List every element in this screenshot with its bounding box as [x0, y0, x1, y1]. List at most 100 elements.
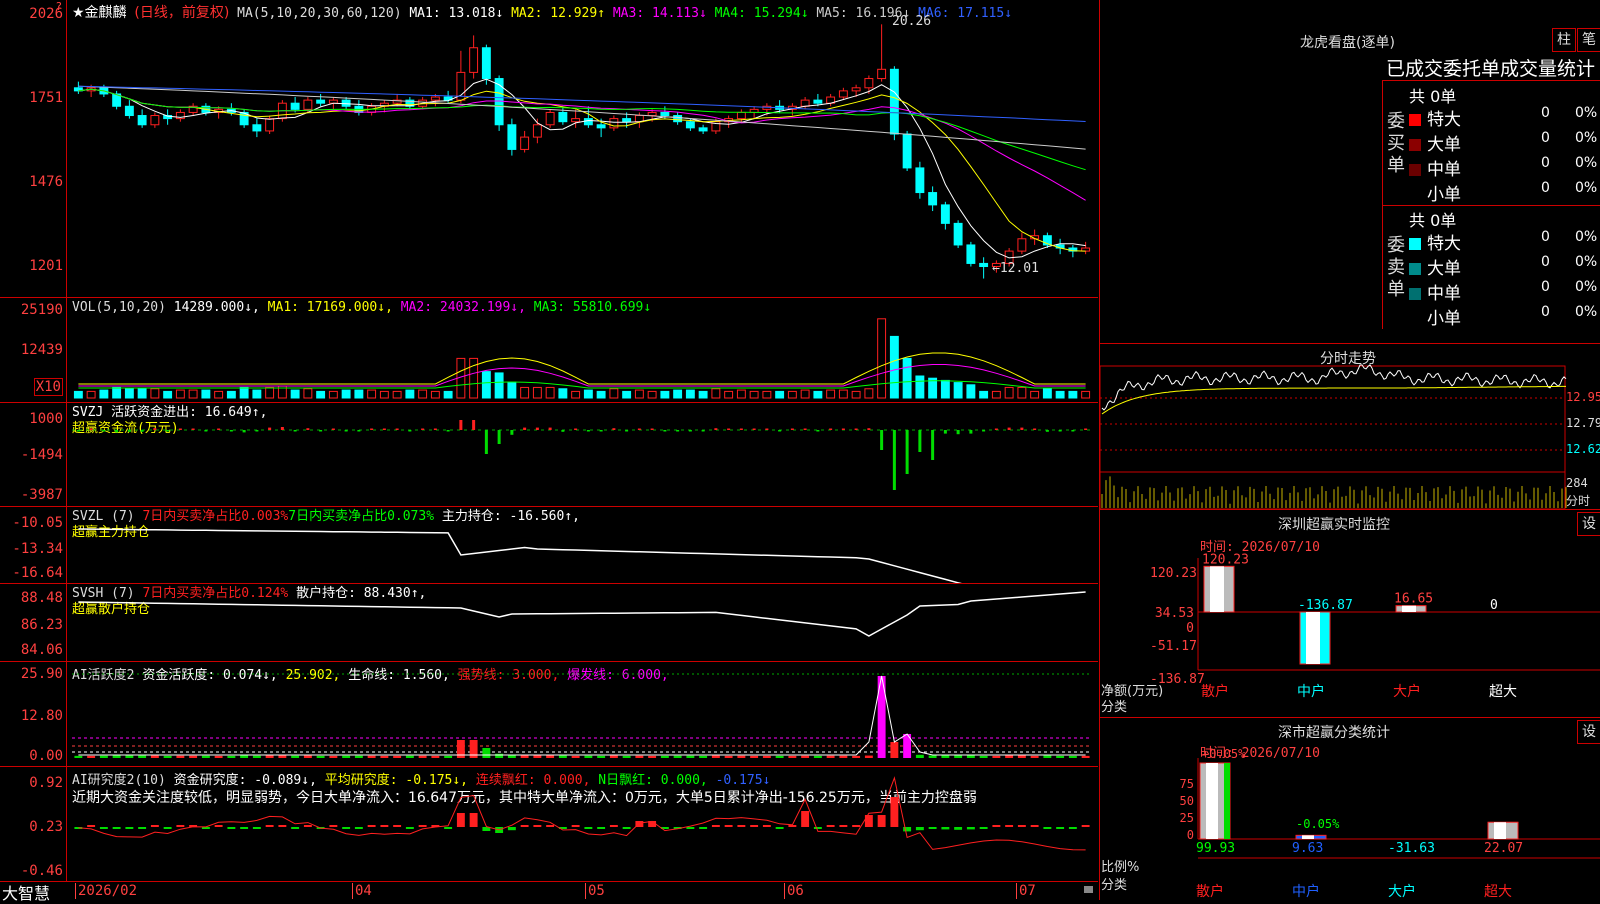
svzj-pane[interactable]: 1000 -1494 -3987 SVZJ 活跃资金进出: 16.649↑, 超…	[0, 403, 1098, 507]
fund-flow-bar	[446, 430, 450, 432]
buy-percent: 0%	[1575, 130, 1598, 146]
research-bar	[227, 827, 236, 829]
activity-bar	[291, 755, 300, 758]
activity-bar	[189, 755, 198, 758]
research-bar	[877, 815, 886, 827]
ratio-bar-highlight	[1494, 822, 1506, 839]
volume-bar	[532, 386, 542, 399]
sz-monitor-chart[interactable]: 120.23 散户 -136.87 中户 16.65 大户 0 超大	[1100, 510, 1600, 717]
fund-flow-bar	[688, 430, 692, 432]
activity-bar	[648, 755, 657, 758]
research-bar	[214, 825, 223, 827]
intraday-chart[interactable]	[1100, 344, 1600, 509]
candle-body	[953, 222, 963, 246]
research-bar	[699, 827, 708, 829]
volume-bar	[609, 388, 619, 399]
fund-flow-bar	[790, 428, 794, 430]
category-label: 大户	[1388, 883, 1416, 900]
activity-bar	[801, 755, 810, 758]
activity-bar	[915, 754, 924, 758]
fund-flow-bar	[727, 428, 731, 430]
activity-bar	[367, 755, 376, 758]
activity-bar	[138, 755, 147, 758]
research-bar	[762, 825, 771, 827]
volume-bar	[673, 389, 683, 399]
activity-bar	[839, 755, 848, 758]
buy-label: 大单	[1427, 135, 1461, 155]
research-bar	[367, 825, 376, 827]
candle-body	[800, 99, 810, 107]
volume-pane[interactable]: 25190 12439 X10 VOL(5,10,20) 14289.000↓,…	[0, 298, 1098, 403]
fund-flow-bar	[166, 430, 170, 432]
ai1-pane[interactable]: 25.90 12.80 0.00 AI活跃度2 资金活跃度: 0.074↓, 2…	[0, 662, 1098, 767]
volume-bar	[290, 389, 300, 399]
activity-bar	[966, 755, 975, 758]
fund-flow-bar	[433, 428, 437, 430]
high-label: 20.26	[892, 14, 932, 29]
sz-monitor-panel[interactable]: 深圳超赢实时监控 设 时间: 2026/07/10 120.23 34.53 0…	[1099, 510, 1600, 718]
activity-bar	[890, 742, 899, 758]
fund-flow-bar	[854, 428, 858, 430]
fund-flow-bar	[127, 430, 131, 432]
fund-flow-bar	[943, 430, 947, 434]
x-label: 2026/02	[75, 883, 137, 899]
ai2-pane[interactable]: 0.92 0.23 -0.46 AI研究度2(10) 资金研究度: -0.089…	[0, 767, 1098, 882]
research-bar	[1030, 825, 1039, 827]
sell-rows: 特大 0 0% 大单 0 0% 中单 0 0% 小单 0 0%	[1409, 229, 1600, 329]
volume-bar	[150, 388, 160, 399]
research-bar	[1017, 825, 1026, 827]
sell-total: 共 0单	[1409, 211, 1457, 230]
ai1-chart[interactable]	[0, 662, 1098, 766]
svsh-chart[interactable]	[0, 584, 1098, 661]
research-bar	[393, 825, 402, 827]
candle-body	[877, 68, 887, 80]
volume-bar	[1068, 390, 1078, 399]
price-pane[interactable]: 2026 1751 1476 1201 ? ★金麒麟 (日线，前复权) MA(5…	[0, 0, 1098, 298]
fund-flow-bar	[982, 430, 986, 432]
activity-bar	[584, 755, 593, 758]
activity-bar	[342, 755, 351, 758]
sz-classify-chart[interactable]: 散户 99.93 中户 9.63 大户 -31.63 超大 22.07 +0.05% -0.05%	[1100, 718, 1600, 900]
sz-classify-ylabel: 比例%	[1101, 860, 1140, 875]
activity-bar	[354, 755, 363, 758]
fund-flow-bar	[548, 427, 552, 430]
svzl-pane[interactable]: -10.05 -13.34 -16.64 SVZL (7) 7日内买卖净占比0.…	[0, 507, 1098, 584]
volume-bar	[813, 390, 823, 399]
fund-flow-bar	[280, 427, 284, 430]
lock-icon[interactable]	[1084, 886, 1093, 893]
svzj-chart[interactable]	[0, 403, 1098, 506]
net-amount-bar-highlight	[1210, 566, 1224, 612]
buy-row: 中单 0 0%	[1409, 155, 1600, 180]
candlestick-chart[interactable]	[0, 0, 1098, 297]
fund-flow-bar	[574, 428, 578, 430]
tick-mode-button[interactable]: 笔	[1577, 28, 1600, 52]
research-bar	[839, 825, 848, 827]
svzl-chart[interactable]	[0, 507, 1098, 583]
bar-mode-button[interactable]: 柱	[1552, 28, 1576, 52]
research-line	[78, 776, 1086, 851]
candle-body	[673, 115, 683, 123]
ma-line-1	[78, 78, 1086, 259]
sz-classify-panel[interactable]: 深市超赢分类统计 设 时间: 2026/07/10 75 50 25 0 散户 9…	[1099, 718, 1600, 900]
ai2-chart[interactable]	[0, 767, 1098, 881]
volume-bar	[507, 381, 517, 399]
intraday-panel[interactable]: 分时走势 12.95 12.79 12.62 284 分时	[1099, 344, 1600, 510]
volume-bar	[175, 389, 185, 399]
sell-percent: 0%	[1575, 279, 1598, 295]
research-bar	[112, 827, 121, 829]
fund-flow-bar	[994, 428, 998, 430]
ratio-bar-accent	[1224, 763, 1230, 839]
activity-bar	[609, 755, 618, 758]
volume-bar	[775, 390, 785, 399]
volume-bar	[137, 388, 147, 399]
buy-row: 特大 0 0%	[1409, 105, 1600, 130]
sell-percent: 0%	[1575, 229, 1598, 245]
research-bar	[444, 827, 453, 829]
activity-bar	[1043, 755, 1052, 758]
buy-color-swatch	[1409, 139, 1421, 151]
fund-flow-bar	[739, 428, 743, 430]
volume-bar	[341, 389, 351, 399]
fund-flow-bar	[1033, 428, 1037, 430]
volume-chart[interactable]	[0, 298, 1098, 402]
svsh-pane[interactable]: 88.48 86.23 84.06 SVSH (7) 7日内买卖净占比0.124…	[0, 584, 1098, 662]
